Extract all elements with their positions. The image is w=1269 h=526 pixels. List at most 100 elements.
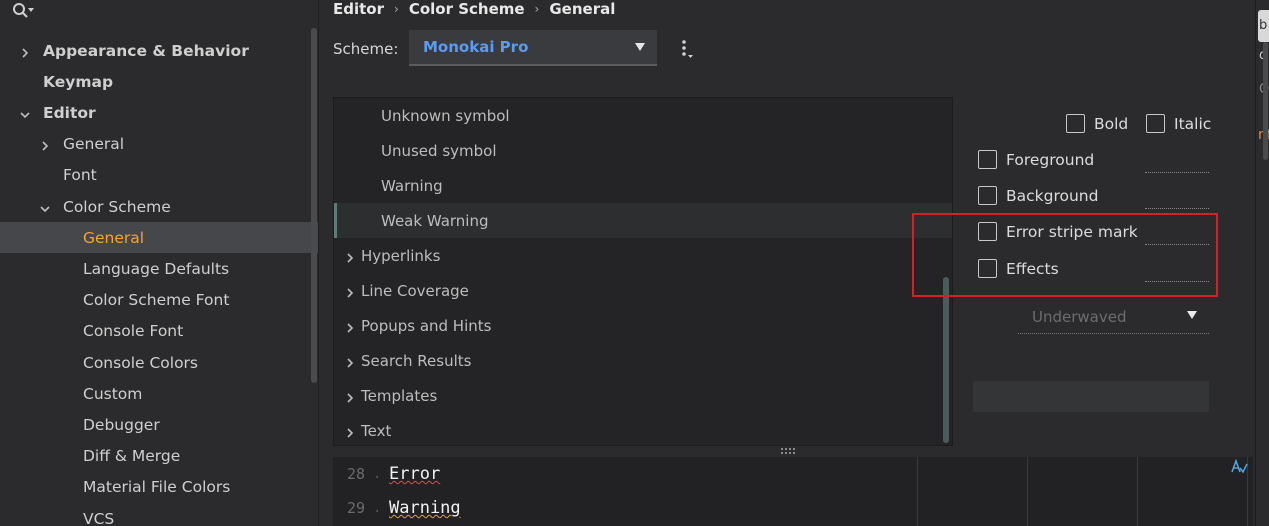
chevron-right-icon[interactable] [344, 250, 356, 263]
sidebar-item-language-defaults[interactable]: Language Defaults [0, 253, 318, 284]
sidebar-item-general[interactable]: General [0, 129, 318, 160]
tree-row-label: Weak Warning [381, 211, 489, 230]
resize-handle-icon[interactable] [780, 448, 798, 454]
sidebar-item-label: General [83, 228, 145, 247]
sidebar-item-font[interactable]: Font [0, 160, 318, 191]
sidebar-item-label: Language Defaults [83, 259, 230, 278]
more-actions-icon[interactable] [678, 38, 694, 60]
tree-row-label: Unknown symbol [381, 106, 510, 125]
tree-row-label: Text [361, 421, 392, 440]
chevron-right-icon[interactable] [19, 45, 31, 58]
sidebar-item-label: Color Scheme [63, 197, 171, 216]
description-area [973, 381, 1209, 412]
sidebar-item-label: Keymap [43, 72, 114, 91]
scheme-dropdown[interactable]: Monokai Pro [409, 30, 657, 66]
sidebar-item-label: Console Font [83, 322, 184, 341]
sidebar-item-label: VCS [83, 509, 115, 526]
chevron-right-icon[interactable] [344, 285, 356, 298]
dropdown-arrow-icon [1187, 311, 1197, 319]
sidebar-item-label: Font [63, 166, 97, 185]
sidebar-item-debugger[interactable]: Debugger [0, 409, 318, 440]
foreground-checkbox[interactable] [978, 150, 997, 169]
highlight-annotation-box [912, 213, 1218, 297]
sidebar-item-material-file-colors[interactable]: Material File Colors [0, 472, 318, 503]
tree-row-label: Unused symbol [381, 141, 497, 160]
tree-row-label: Search Results [361, 351, 472, 370]
sidebar-item-general[interactable]: General [0, 222, 318, 254]
tree-row-hyperlinks[interactable]: Hyperlinks [334, 238, 952, 273]
spellcheck-icon[interactable] [1230, 458, 1248, 476]
guide-line [917, 457, 918, 526]
guide-line [1027, 457, 1028, 526]
chevron-down-icon[interactable] [39, 201, 51, 213]
chevron-right-icon[interactable] [39, 138, 51, 151]
color-scheme-tree: Unknown symbol Unused symbol Warning Weak W… [333, 97, 953, 446]
tree-row-unknown-symbol[interactable]: Unknown symbol [334, 98, 952, 133]
bold-checkbox[interactable] [1066, 114, 1085, 133]
background-label: Background [1006, 186, 1099, 205]
foreground-label: Foreground [1006, 150, 1095, 169]
bold-label: Bold [1094, 114, 1129, 133]
line-number: 28 [346, 465, 365, 483]
foreground-color-swatch[interactable] [1145, 172, 1209, 173]
chevron-right-icon: › [394, 2, 399, 16]
tree-row-templates[interactable]: Templates [334, 378, 952, 413]
breadcrumb-editor[interactable]: Editor [333, 0, 384, 18]
tree-row-weak-warning[interactable]: Weak Warning [334, 203, 952, 238]
sidebar-item-custom[interactable]: Custom [0, 378, 318, 409]
guide-line [1137, 457, 1138, 526]
sidebar-item-console-font[interactable]: Console Font [0, 316, 318, 347]
sidebar-item-color-scheme-font[interactable]: Color Scheme Font [0, 285, 318, 316]
tree-row-line-coverage[interactable]: Line Coverage [334, 273, 952, 308]
tree-row-label: Warning [381, 176, 443, 195]
sidebar-scrollbar[interactable] [311, 28, 317, 383]
sidebar-item-color-scheme[interactable]: Color Scheme [0, 191, 318, 222]
sidebar-item-label: Console Colors [83, 353, 199, 372]
breadcrumb: Editor › Color Scheme › General [333, 0, 615, 18]
tree-row-label: Hyperlinks [361, 246, 441, 265]
tree-row-warning[interactable]: Warning [334, 168, 952, 203]
italic-checkbox-row[interactable]: Italic [1146, 114, 1211, 133]
sidebar-item-vcs[interactable]: VCS [0, 503, 318, 526]
code-text: Warning [389, 498, 461, 518]
effect-type-dropdown[interactable]: Underwaved [1018, 300, 1209, 334]
breadcrumb-color-scheme[interactable]: Color Scheme [409, 0, 525, 18]
italic-label: Italic [1174, 114, 1212, 133]
sidebar-item-label: Appearance & Behavior [43, 41, 249, 60]
search-button[interactable] [12, 0, 34, 22]
sidebar-item-label: Material File Colors [83, 478, 231, 497]
adjacent-scrollbar [1263, 42, 1268, 160]
effect-type-value: Underwaved [1032, 307, 1127, 326]
chevron-down-icon[interactable] [19, 107, 31, 119]
preview-editor[interactable]: 28. Error 29. Warning [333, 457, 1253, 526]
sidebar-item-editor[interactable]: Editor [0, 97, 318, 128]
chevron-right-icon: › [534, 2, 540, 16]
tree-row-popups-and-hints[interactable]: Popups and Hints [334, 308, 952, 343]
tree-row-text[interactable]: Text [334, 413, 952, 448]
adjacent-text: b [1259, 18, 1268, 33]
search-icon [13, 3, 34, 18]
italic-checkbox[interactable] [1146, 114, 1165, 133]
tree-row-unused-symbol[interactable]: Unused symbol [334, 133, 952, 168]
sidebar-item-keymap[interactable]: Keymap [0, 66, 318, 97]
tree-row-label: Templates [361, 386, 438, 405]
whitespace-marker: . [373, 500, 382, 516]
foreground-checkbox-row[interactable]: Foreground [978, 150, 1094, 169]
dropdown-arrow-icon [635, 43, 645, 51]
chevron-right-icon[interactable] [344, 390, 356, 403]
sidebar-item-label: Custom [83, 384, 143, 403]
chevron-right-icon[interactable] [344, 425, 356, 438]
tree-row-label: Line Coverage [361, 281, 469, 300]
background-color-swatch[interactable] [1145, 208, 1209, 209]
bold-checkbox-row[interactable]: Bold [1066, 114, 1128, 133]
sidebar-item-diff-merge[interactable]: Diff & Merge [0, 441, 318, 472]
tree-row-search-results[interactable]: Search Results [334, 343, 952, 378]
chevron-right-icon[interactable] [344, 355, 356, 368]
tree-scrollbar[interactable] [943, 277, 949, 443]
background-checkbox-row[interactable]: Background [978, 186, 1098, 205]
chevron-right-icon[interactable] [344, 320, 356, 333]
sidebar-item-appearance-behavior[interactable]: Appearance & Behavior [0, 35, 318, 66]
tree-row-label: Popups and Hints [361, 316, 492, 335]
sidebar-item-console-colors[interactable]: Console Colors [0, 347, 318, 378]
background-checkbox[interactable] [978, 186, 997, 205]
